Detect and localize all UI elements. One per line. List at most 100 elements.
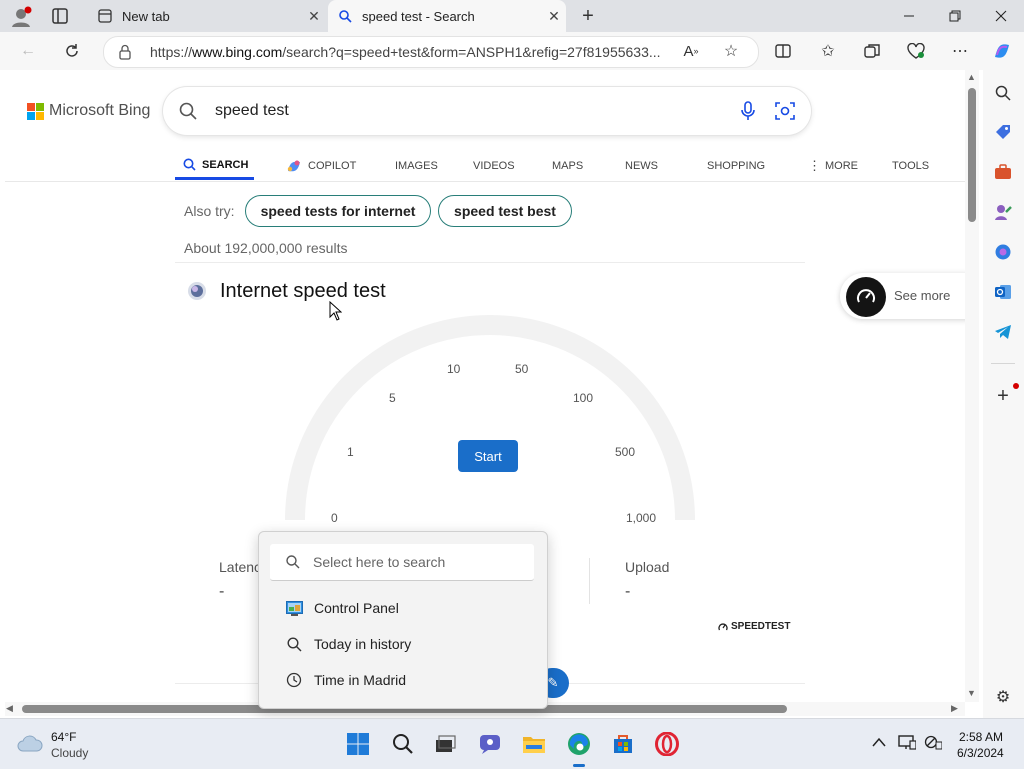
restore-button[interactable] <box>932 0 978 32</box>
start-button[interactable]: Start <box>458 440 518 472</box>
also-try-pill[interactable]: speed tests for internet <box>245 195 431 227</box>
sidebar-outlook-icon[interactable] <box>993 282 1013 302</box>
show-hidden-icons-icon[interactable] <box>872 734 886 750</box>
tab-videos[interactable]: VIDEOS <box>442 152 521 180</box>
vertical-scroll-thumb[interactable] <box>968 88 976 222</box>
more-menu-icon[interactable]: ⋯ <box>948 39 972 63</box>
popup-search-field[interactable]: Select here to search <box>270 544 534 581</box>
search-nav-tabs: SEARCH COPILOT IMAGES VIDEOS MAPS NEWS S… <box>175 152 929 182</box>
speed-gauge <box>285 315 695 521</box>
vertical-scrollbar[interactable]: ▲ ▼ <box>965 70 979 702</box>
tab-new-tab[interactable]: New tab ✕ <box>88 0 326 32</box>
tab-strip: New tab ✕ speed test - Search ✕ + <box>0 0 1024 32</box>
sidebar-shopping-icon[interactable] <box>993 122 1013 142</box>
address-bar[interactable]: https://www.bing.com/search?q=speed+test… <box>103 36 759 68</box>
clock-date[interactable]: 6/3/2024 <box>957 746 1004 760</box>
profile-icon[interactable] <box>10 6 32 28</box>
popup-item-time-in-madrid[interactable]: Time in Madrid <box>285 671 406 689</box>
close-tab-icon[interactable]: ✕ <box>302 8 326 25</box>
clock-time[interactable]: 2:58 AM <box>959 730 1003 744</box>
tab-shopping[interactable]: SHOPPING <box>667 152 765 180</box>
network-status-icon[interactable] <box>924 734 943 755</box>
file-explorer-icon[interactable] <box>521 731 547 757</box>
scroll-right-icon[interactable]: ▶ <box>951 703 958 714</box>
popup-item-label: Today in history <box>314 636 412 652</box>
split-screen-icon[interactable] <box>771 39 795 63</box>
also-try-pill[interactable]: speed test best <box>438 195 572 227</box>
tab-search[interactable]: SEARCH <box>175 152 254 180</box>
speedtest-logo-icon <box>187 281 207 306</box>
scroll-down-icon[interactable]: ▼ <box>967 688 976 698</box>
tab-images[interactable]: IMAGES <box>362 152 442 180</box>
lock-icon[interactable] <box>118 44 132 65</box>
scroll-up-icon[interactable]: ▲ <box>967 72 976 82</box>
back-icon[interactable]: ← <box>16 39 40 63</box>
copilot-nav-icon <box>286 159 302 173</box>
upload-label: Upload <box>625 559 670 575</box>
read-aloud-icon[interactable]: A» <box>679 39 703 63</box>
gauge-tick: 10 <box>447 362 461 376</box>
favorite-star-icon[interactable]: ☆ <box>719 39 743 63</box>
store-icon[interactable] <box>610 731 636 757</box>
bing-logo[interactable]: Microsoft Bing <box>27 102 150 120</box>
speedometer-icon <box>846 277 886 317</box>
speedtest-brand[interactable]: SPEEDTEST <box>718 621 790 632</box>
search-input[interactable]: speed test <box>215 102 289 120</box>
tab-copilot[interactable]: COPILOT <box>254 152 362 180</box>
popup-item-control-panel[interactable]: Control Panel <box>285 599 399 617</box>
notification-dot <box>1013 383 1019 389</box>
gauge-tick: 1,000 <box>626 511 657 525</box>
tab-label: New tab <box>122 8 170 24</box>
weather-desc: Cloudy <box>51 746 89 760</box>
popup-search-placeholder: Select here to search <box>313 554 446 570</box>
sidebar-telegram-icon[interactable] <box>993 322 1013 342</box>
popup-item-label: Time in Madrid <box>314 672 407 688</box>
tab-search-label: SEARCH <box>202 158 249 171</box>
task-view-icon[interactable] <box>432 731 458 757</box>
tab-maps-label: MAPS <box>552 160 584 172</box>
popup-item-today-in-history[interactable]: Today in history <box>285 635 411 653</box>
refresh-icon[interactable] <box>60 39 84 63</box>
new-tab-button[interactable]: + <box>576 4 600 28</box>
more-dots-icon: ⋮ <box>808 158 821 173</box>
taskbar: 64°F Cloudy 2:58 AM 6/3/2024 <box>0 718 1024 769</box>
tab-actions-icon[interactable] <box>52 8 68 24</box>
search-favicon-icon <box>338 9 352 23</box>
edge-browser-icon[interactable] <box>566 731 592 757</box>
cloud-icon <box>16 733 44 758</box>
tab-tools[interactable]: TOOLS <box>848 152 929 180</box>
display-icon[interactable] <box>898 734 917 755</box>
sidebar-tools-icon[interactable] <box>993 162 1013 182</box>
search-box[interactable]: speed test <box>163 87 811 135</box>
scroll-left-icon[interactable]: ◀ <box>6 703 13 714</box>
minimize-button[interactable] <box>886 0 932 32</box>
taskbar-search-icon[interactable] <box>390 731 416 757</box>
speedtest-title: Internet speed test <box>220 280 386 302</box>
opera-browser-icon[interactable] <box>654 731 680 757</box>
microphone-icon[interactable] <box>741 101 755 126</box>
sidebar-add-icon[interactable]: + <box>993 385 1013 407</box>
chat-app-icon[interactable] <box>477 731 503 757</box>
tab-news[interactable]: NEWS <box>595 152 667 180</box>
sidebar-office-icon[interactable] <box>993 242 1013 262</box>
copilot-icon[interactable] <box>990 39 1014 63</box>
collections-icon[interactable] <box>860 39 884 63</box>
sidebar-search-icon[interactable] <box>993 83 1013 103</box>
tab-speed-test-search[interactable]: speed test - Search ✕ <box>328 0 566 32</box>
sidebar-settings-icon[interactable]: ⚙ <box>993 687 1013 707</box>
weather-widget[interactable]: 64°F Cloudy <box>16 727 106 763</box>
tab-maps[interactable]: MAPS <box>521 152 595 180</box>
tab-images-label: IMAGES <box>395 160 438 172</box>
visual-search-icon[interactable] <box>775 101 795 126</box>
tab-more[interactable]: ⋮ MORE <box>763 152 858 180</box>
favorites-icon[interactable]: ✩ <box>816 39 840 63</box>
start-menu-icon[interactable] <box>345 731 371 757</box>
close-tab-icon[interactable]: ✕ <box>542 8 566 25</box>
browser-essentials-icon[interactable] <box>904 39 928 63</box>
see-more-button[interactable]: See more <box>840 273 965 319</box>
sidebar-games-icon[interactable] <box>993 202 1013 222</box>
search-icon <box>286 555 300 574</box>
clock-icon <box>285 671 303 689</box>
close-window-button[interactable] <box>978 0 1024 32</box>
gauge-tick: 1 <box>347 445 354 459</box>
